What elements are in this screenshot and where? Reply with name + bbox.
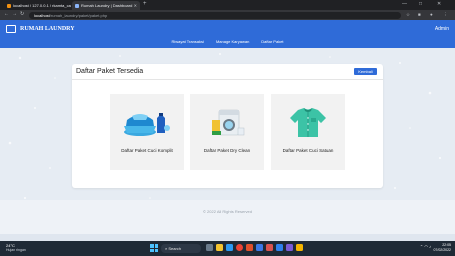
- package-label: Daftar Paket Cuci Satuan: [282, 148, 334, 153]
- app-navbar: RUMAH LAUNDRY Admin Riwayat Transaksi Ma…: [0, 20, 455, 48]
- address-bar[interactable]: localhost/rumah_laundry/paket/paket.php: [29, 11, 401, 19]
- laundry-logo-icon: [6, 25, 16, 33]
- admin-user-link[interactable]: Admin: [435, 26, 449, 32]
- footer-copyright: © 2022 All Rights Reserved: [203, 209, 252, 214]
- close-tab-icon[interactable]: ✕: [134, 3, 137, 8]
- file-explorer-icon[interactable]: [216, 244, 223, 251]
- browser-menu-icon[interactable]: ⋮: [443, 12, 448, 18]
- system-tray-icons[interactable]: ⌃ ◠ ♪: [420, 244, 431, 249]
- extensions-icon[interactable]: ■: [418, 12, 421, 17]
- footer: [0, 200, 455, 234]
- clock-date: 07/02/2022: [433, 248, 451, 252]
- shirt-icon: [290, 108, 326, 137]
- bookmark-star-icon[interactable]: ☆: [406, 12, 410, 18]
- package-list-card: Daftar Paket Tersedia Kembali Daftar Pak…: [72, 64, 383, 188]
- tab-favicon-icon: [7, 3, 11, 8]
- package-card-cuci-komplit[interactable]: Daftar Paket Cuci Komplit: [110, 94, 184, 170]
- page-title: Daftar Paket Tersedia: [76, 68, 144, 75]
- url-path: /rumah_laundry/paket/paket.php: [49, 12, 108, 18]
- washing-machine-icon: [212, 109, 245, 136]
- menu-item-riwayat-transaksi[interactable]: Riwayat Transaksi: [171, 39, 203, 44]
- sticky-notes-icon[interactable]: [296, 244, 303, 251]
- close-window-icon[interactable]: ✕: [437, 1, 441, 7]
- weather-widget[interactable]: 24°C Hujan ringan: [6, 243, 26, 252]
- back-button[interactable]: Kembali: [354, 68, 377, 75]
- chrome-browser-icon[interactable]: [236, 244, 243, 251]
- os-taskbar: 24°C Hujan ringan ⌕ Search ⌃ ◠ ♪ 22:05 0…: [0, 241, 455, 256]
- main-menu: Riwayat Transaksi Manage Karyawan Daftar…: [0, 39, 455, 44]
- back-arrow-icon[interactable]: ←: [4, 11, 9, 17]
- weather-description: Hujan ringan: [6, 248, 26, 252]
- menu-item-daftar-paket[interactable]: Daftar Paket: [261, 39, 283, 44]
- package-card-dry-clean[interactable]: Daftar Paket Dry Clean: [190, 94, 264, 170]
- search-label: Search: [168, 246, 182, 251]
- maximize-window-icon[interactable]: □: [419, 1, 422, 7]
- browser-tab-strip: localhost / 127.0.0.1 / rkamta_ca ✕ Ruma…: [0, 0, 455, 10]
- new-tab-button[interactable]: +: [143, 1, 147, 7]
- url-host: localhost: [34, 12, 50, 18]
- browser-toolbar: ← → ↻ localhost/rumah_laundry/paket/pake…: [0, 10, 455, 20]
- xampp-icon[interactable]: [266, 244, 273, 251]
- tab-favicon-icon: [75, 3, 79, 8]
- minimize-window-icon[interactable]: —: [402, 1, 407, 7]
- package-card-cuci-satuan[interactable]: Daftar Paket Cuci Satuan: [271, 94, 345, 170]
- office-icon[interactable]: [246, 244, 253, 251]
- browser-tab-rumah-laundry[interactable]: Rumah Laundry | Dashboard ✕: [72, 1, 140, 10]
- forward-arrow-icon[interactable]: →: [12, 11, 17, 17]
- laundry-basket-icon: [124, 113, 170, 136]
- tab-title: localhost / 127.0.0.1 / rkamta_ca: [13, 3, 71, 8]
- vscode-icon[interactable]: [276, 244, 283, 251]
- windows-start-icon[interactable]: [150, 244, 158, 252]
- profile-icon[interactable]: ●: [430, 12, 433, 17]
- package-label: Daftar Paket Cuci Komplit: [121, 148, 173, 153]
- taskbar-search[interactable]: ⌕ Search: [161, 244, 201, 253]
- store-icon[interactable]: [256, 244, 263, 251]
- brand-name: RUMAH LAUNDRY: [20, 26, 75, 32]
- task-view-icon[interactable]: [206, 244, 213, 251]
- card-divider: [72, 79, 383, 80]
- package-label: Daftar Paket Dry Clean: [203, 148, 251, 153]
- browser-tab-phpmyadmin[interactable]: localhost / 127.0.0.1 / rkamta_ca ✕: [4, 1, 71, 10]
- taskbar-clock[interactable]: 22:05 07/02/2022: [433, 243, 451, 253]
- menu-item-manage-karyawan[interactable]: Manage Karyawan: [216, 39, 249, 44]
- edge-browser-icon[interactable]: [226, 244, 233, 251]
- brand[interactable]: RUMAH LAUNDRY: [6, 25, 75, 33]
- tab-title: Rumah Laundry | Dashboard: [81, 3, 133, 8]
- reload-icon[interactable]: ↻: [20, 11, 24, 17]
- visual-studio-icon[interactable]: [286, 244, 293, 251]
